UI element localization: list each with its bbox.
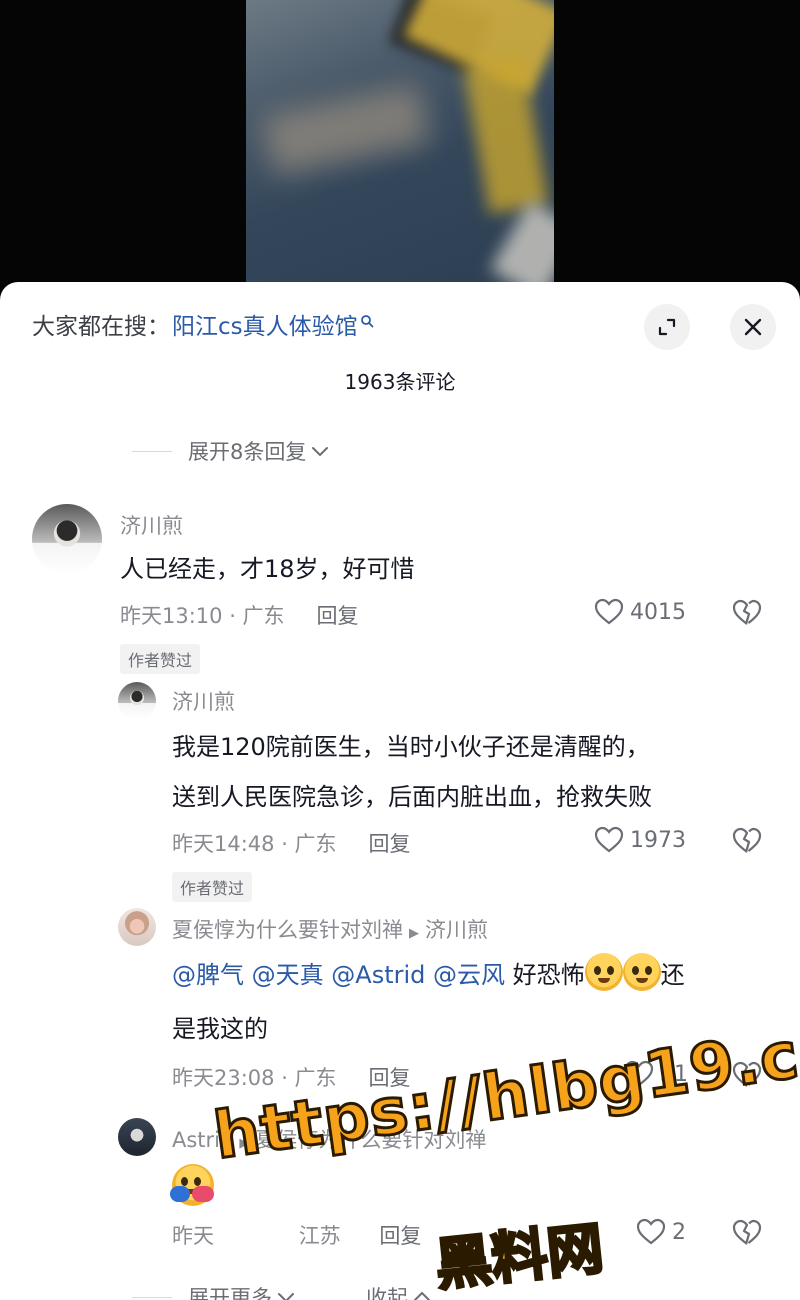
reply-username-text[interactable]: 夏侯惇为什么要针对刘禅 xyxy=(172,918,403,942)
reply-text-a: 好恐怖 xyxy=(512,961,585,989)
dislike-button[interactable] xyxy=(732,1061,762,1093)
chevron-down-icon xyxy=(278,1293,294,1300)
reply-meta: 昨天 江苏 回复 xyxy=(172,1220,421,1250)
reply-text-line1: 我是120院前医生，当时小伙子还是清醒的， xyxy=(172,733,650,761)
reply-username-text[interactable]: Astrid xyxy=(172,1128,233,1152)
comment-count: 1963条评论 xyxy=(344,370,456,394)
like-button[interactable]: 31 xyxy=(624,1060,688,1088)
broken-heart-icon xyxy=(732,1219,762,1245)
reply-target-username[interactable]: 夏侯惇为什么要针对刘禅 xyxy=(255,1128,486,1152)
comment-time: 昨天13:10 · 广东 xyxy=(120,604,285,628)
expand-replies-button[interactable]: 展开8条回复 xyxy=(132,436,330,466)
reply-location: 江苏 xyxy=(298,1224,341,1248)
reply-time: 昨天14:48 · 广东 xyxy=(172,832,337,856)
expand-replies-label: 展开8条回复 xyxy=(188,440,307,464)
avatar[interactable] xyxy=(118,908,156,946)
mention-link[interactable]: @天真 xyxy=(252,961,324,989)
author-liked-badge: 作者赞过 xyxy=(172,872,253,902)
chevron-up-icon xyxy=(414,1291,430,1300)
chevron-down-icon xyxy=(312,447,329,457)
reply-button[interactable]: 回复 xyxy=(317,604,359,628)
expand-more-button[interactable]: 展开更多 xyxy=(188,1282,272,1300)
heart-icon xyxy=(624,1060,654,1087)
reply-arrow-icon: ▶ xyxy=(409,926,419,941)
reply-meta: 昨天23:08 · 广东 回复 xyxy=(172,1062,411,1092)
crying-emoji-icon xyxy=(584,953,623,991)
reply-text-line2: 送到人民医院急诊，后面内脏出血，抢救失败 xyxy=(172,783,652,811)
reply-time: 昨天23:08 · 广东 xyxy=(172,1066,337,1090)
search-suggestion[interactable]: 大家都在搜： 阳江cs真人体验馆 xyxy=(32,304,376,344)
broken-heart-icon xyxy=(732,599,762,625)
search-icon xyxy=(360,308,376,328)
reply-arrow-icon: ▶ xyxy=(239,1136,250,1151)
dislike-button[interactable] xyxy=(732,827,762,859)
video-frame[interactable] xyxy=(246,0,554,300)
video-player[interactable] xyxy=(0,0,800,300)
mention-link[interactable]: @云风 xyxy=(433,961,505,989)
expand-icon xyxy=(658,318,676,336)
expand-sheet-button[interactable] xyxy=(644,304,690,350)
reply-username[interactable]: 济川煎 xyxy=(172,686,235,716)
divider xyxy=(132,1296,172,1298)
broken-heart-icon xyxy=(732,1061,762,1087)
search-prefix: 大家都在搜： xyxy=(32,314,170,340)
reply-button[interactable]: 回复 xyxy=(379,1224,421,1248)
divider xyxy=(132,450,172,452)
comment-meta: 昨天13:10 · 广东 回复 xyxy=(120,600,359,630)
heart-icon xyxy=(636,1218,666,1245)
reply-meta: 昨天14:48 · 广东 回复 xyxy=(172,828,411,858)
close-icon xyxy=(744,318,762,336)
reply-text-b: 还 xyxy=(660,961,685,989)
close-button[interactable] xyxy=(730,304,776,350)
author-liked-badge: 作者赞过 xyxy=(120,644,201,674)
like-button[interactable]: 4015 xyxy=(594,598,686,626)
hug-emoji-icon xyxy=(170,1164,214,1206)
comment-username[interactable]: 济川煎 xyxy=(120,510,183,540)
dislike-button[interactable] xyxy=(732,1219,762,1251)
search-keyword-link[interactable]: 阳江cs真人体验馆 xyxy=(172,307,358,341)
reply-text-line2: 是我这的 xyxy=(172,1015,268,1043)
mention-link[interactable]: @脾气 xyxy=(172,961,244,989)
like-count: 2 xyxy=(672,1219,686,1245)
avatar[interactable] xyxy=(118,682,156,720)
like-button[interactable]: 1973 xyxy=(594,826,686,854)
reply-username[interactable]: Astrid ▶ 夏侯惇为什么要针对刘禅 xyxy=(172,1124,486,1154)
broken-heart-icon xyxy=(732,827,762,853)
reply-button[interactable]: 回复 xyxy=(369,1066,411,1090)
heart-icon xyxy=(594,598,624,625)
reply-target-username[interactable]: 济川煎 xyxy=(425,918,488,942)
reply-time-prefix: 昨天 xyxy=(172,1224,214,1248)
avatar[interactable] xyxy=(118,1118,156,1156)
reply-text-line1: @脾气 @天真 @Astrid @云风 好恐怖 还 xyxy=(172,952,685,998)
comment-sheet: 大家都在搜： 阳江cs真人体验馆 1963条评论 展开8条回复 济川煎 人已经走… xyxy=(0,282,800,1300)
collapse-button[interactable]: 收起 xyxy=(366,1282,408,1300)
reply-button[interactable]: 回复 xyxy=(369,832,411,856)
like-count: 4015 xyxy=(630,599,686,625)
crying-emoji-icon xyxy=(622,953,661,991)
like-count: 31 xyxy=(660,1061,688,1087)
dislike-button[interactable] xyxy=(732,599,762,631)
comment-text: 人已经走，才18岁，好可惜 xyxy=(120,555,415,583)
avatar[interactable] xyxy=(32,504,102,574)
mention-link[interactable]: @Astrid xyxy=(331,961,425,989)
reply-username[interactable]: 夏侯惇为什么要针对刘禅 ▶ 济川煎 xyxy=(172,914,488,944)
like-count: 1973 xyxy=(630,827,686,853)
heart-icon xyxy=(594,826,624,853)
footer-row: 展开更多 收起 xyxy=(132,1282,432,1300)
like-button[interactable]: 2 xyxy=(636,1218,686,1246)
